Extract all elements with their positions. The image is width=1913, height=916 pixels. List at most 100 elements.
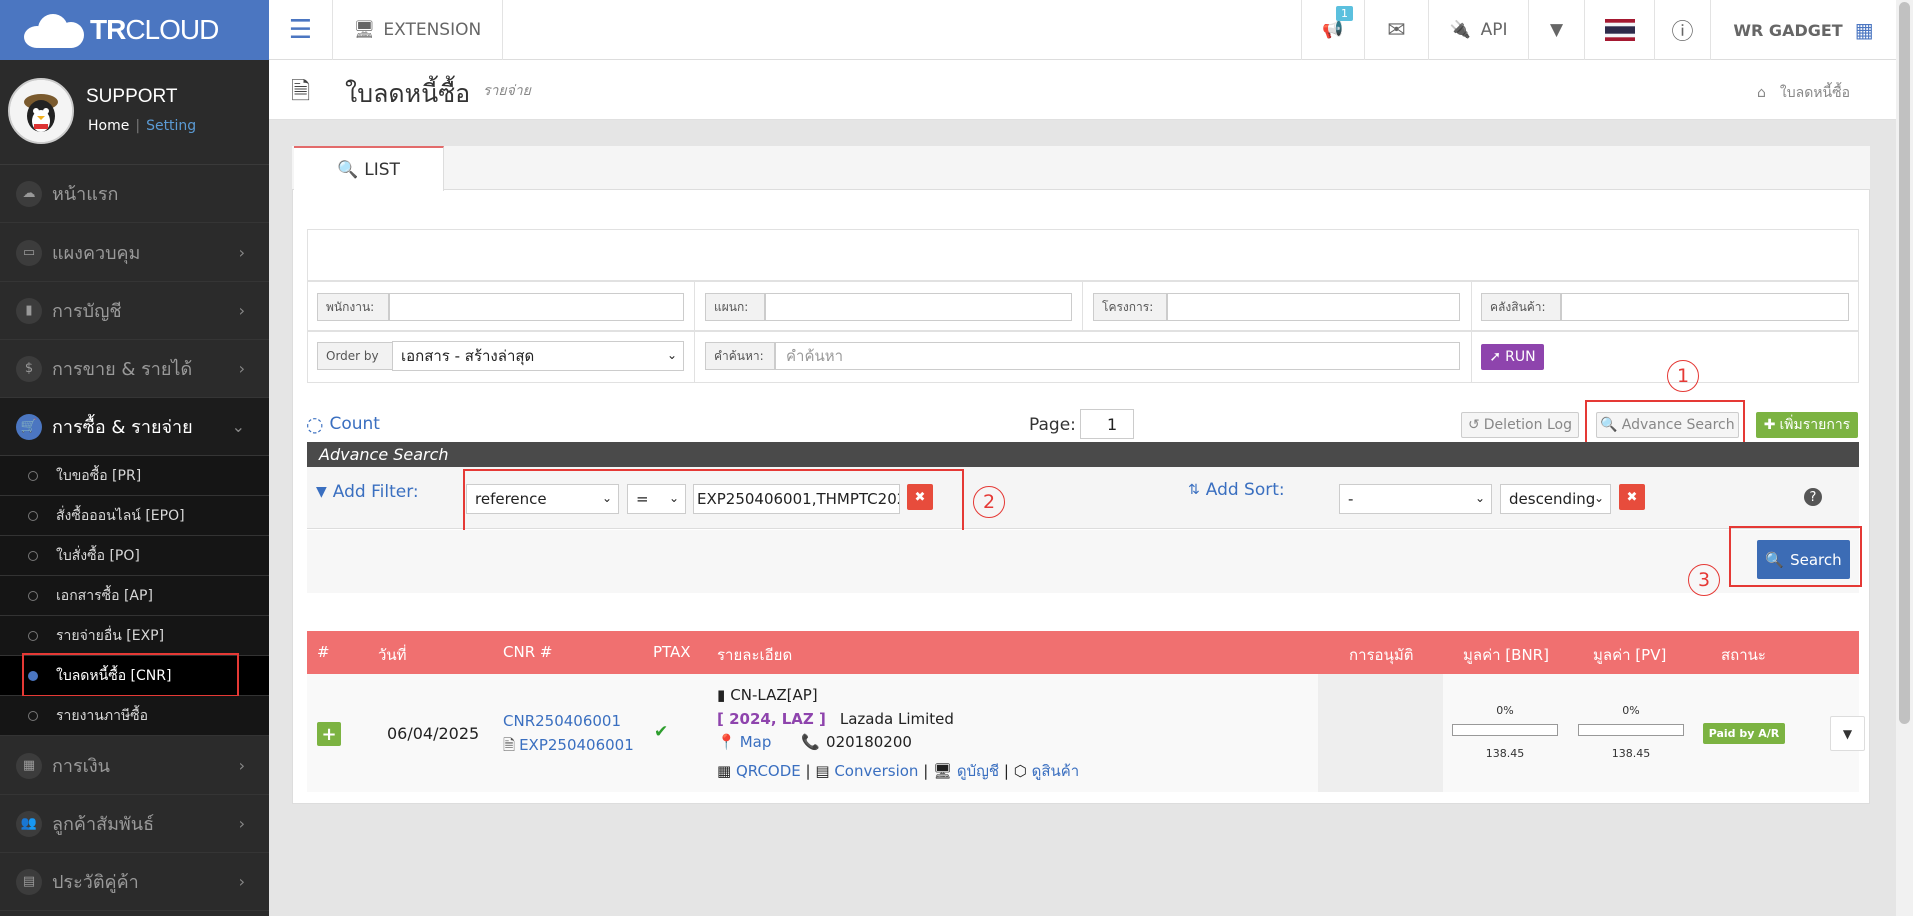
submenu-item-pr[interactable]: ใบขอซื้อ [PR]	[0, 456, 269, 496]
submenu-item-ap[interactable]: เอกสารซื้อ [AP]	[0, 576, 269, 616]
avatar[interactable]	[8, 78, 74, 144]
submenu-item-epo[interactable]: สั่งซื้อออนไลน์ [EPO]	[0, 496, 269, 536]
api-button[interactable]: 🔌 API	[1429, 0, 1529, 60]
company-switcher[interactable]: WR GADGET ▦	[1711, 0, 1896, 60]
sidebar-item-dashboard[interactable]: ▭ แผงควบคุม ›	[0, 224, 269, 282]
monitor-icon: 🖥	[933, 762, 953, 780]
warehouse-input[interactable]	[1561, 293, 1849, 321]
help-icon[interactable]: ⓘ	[1655, 0, 1711, 60]
book-icon: ▮	[717, 686, 726, 704]
mail-icon[interactable]: ✉	[1365, 0, 1429, 60]
scrollbar-thumb[interactable]	[1899, 2, 1910, 724]
deletion-log-button[interactable]: ↺ Deletion Log	[1461, 412, 1579, 438]
add-sort-button[interactable]: ⇅ Add Sort:	[1188, 480, 1285, 500]
qrcode-icon: ▦	[717, 762, 732, 780]
remove-sort-button[interactable]: ✖	[1619, 484, 1645, 510]
col-header-approval: การอนุมัติ	[1349, 646, 1414, 664]
tab-list[interactable]: 🔍 LIST	[294, 146, 444, 191]
expand-row-button[interactable]: +	[317, 722, 341, 746]
hamburger-menu-icon[interactable]: ☰	[269, 0, 333, 60]
add-sort-label: Add Sort:	[1205, 480, 1285, 500]
row-cnr-link[interactable]: CNR250406001	[503, 712, 621, 730]
page-input[interactable]: 1	[1080, 409, 1134, 439]
sidebar-item-label: หน้าแรก	[52, 184, 119, 205]
view-account-link[interactable]: ดูบัญชี	[957, 762, 999, 780]
chevron-right-icon: ›	[238, 243, 245, 262]
sidebar-item-home[interactable]: ☁ หน้าแรก	[0, 165, 269, 223]
highlight-box-2	[463, 469, 964, 538]
megaphone-icon[interactable]: 📢 1	[1301, 0, 1365, 60]
chevron-down-icon: ⌄	[1593, 491, 1604, 505]
submenu-item-exp[interactable]: รายจ่ายอื่น [EXP]	[0, 616, 269, 656]
sidebar-item-sales[interactable]: $ การขาย & รายได้ ›	[0, 340, 269, 398]
user-links: Home | Setting	[88, 118, 196, 134]
sort-field-value: -	[1348, 490, 1354, 508]
sidebar-item-accounting[interactable]: ▮ การบัญชี ›	[0, 282, 269, 340]
warehouse-label: คลังสินค้า:	[1481, 293, 1561, 321]
dropdown-caret-icon[interactable]: ▼	[1529, 0, 1585, 60]
tab-label: LIST	[364, 159, 400, 180]
users-icon: 👥	[16, 810, 42, 837]
col-header-cnr[interactable]: CNR #	[503, 643, 552, 661]
sidebar-item-purchase[interactable]: 🛒 การซื้อ & รายจ่าย ⌄	[0, 398, 269, 456]
sidebar-item-label: การขาย & รายได้	[52, 359, 193, 380]
history-icon: ↺	[1468, 417, 1480, 433]
sort-direction-select[interactable]: descending ⌄	[1500, 484, 1611, 514]
pv-progress-bar	[1578, 724, 1684, 736]
add-button[interactable]: ✚ เพิ่มรายการ	[1756, 412, 1858, 438]
sidebar-item-partner-history[interactable]: ▤ ประวัติคู่ค้า ›	[0, 853, 269, 911]
sort-az-icon: ⇅	[1188, 482, 1200, 498]
refresh-icon: ◌	[306, 412, 324, 436]
scrollbar[interactable]	[1896, 0, 1913, 916]
extension-button[interactable]: 🖥 EXTENSION	[333, 0, 503, 60]
submenu-item-po[interactable]: ใบสั่งซื้อ [PO]	[0, 536, 269, 576]
advance-search-title: Advance Search	[307, 442, 1859, 467]
highlight-box-cnr	[22, 653, 239, 697]
annotation-1: 1	[1667, 360, 1699, 392]
annotation-2: 2	[973, 486, 1005, 518]
employee-input[interactable]	[389, 293, 684, 321]
thai-flag-icon[interactable]	[1585, 0, 1655, 60]
pv-value: 138.45	[1611, 747, 1651, 760]
search-input[interactable]: คำค้นหา	[775, 342, 1460, 370]
col-header-date[interactable]: วันที่	[378, 643, 407, 667]
row-ref: EXP250406001	[519, 736, 634, 754]
orderby-value: เอกสาร - สร้างล่าสุด	[401, 347, 535, 365]
setting-link[interactable]: Setting	[146, 118, 196, 134]
col-header-pv: มูลค่า [PV]	[1593, 646, 1667, 664]
extension-label: EXTENSION	[383, 20, 482, 40]
user-panel: SUPPORT Home | Setting	[0, 60, 269, 165]
document-icon: 🗎	[291, 77, 311, 105]
help-icon[interactable]: ?	[1804, 488, 1822, 506]
employee-label: พนักงาน:	[317, 293, 389, 321]
sort-field-select[interactable]: - ⌄	[1339, 484, 1492, 514]
deletion-log-label: Deletion Log	[1483, 417, 1572, 433]
brand-logo[interactable]: TRCLOUD	[0, 0, 269, 60]
department-input[interactable]	[765, 293, 1072, 321]
row-party-name[interactable]: Lazada Limited	[840, 710, 954, 728]
sidebar-item-finance[interactable]: ▦ การเงิน ›	[0, 737, 269, 795]
table-icon: ▤	[815, 762, 830, 780]
row-menu-button[interactable]: ▼	[1830, 716, 1865, 751]
search-actions	[307, 530, 1859, 593]
orderby-select[interactable]: เอกสาร - สร้างล่าสุด ⌄	[392, 341, 684, 371]
tab-bar	[292, 146, 1870, 190]
count-button[interactable]: ◌ Count	[306, 412, 380, 436]
add-label: เพิ่มรายการ	[1779, 417, 1851, 433]
row-ref-link[interactable]: 🗎 EXP250406001	[503, 735, 634, 760]
cart-icon: 🛒	[16, 413, 42, 440]
run-button[interactable]: ➚ RUN	[1481, 344, 1544, 370]
map-link[interactable]: Map	[740, 733, 772, 751]
home-icon[interactable]: ⌂	[1757, 85, 1766, 101]
plug-icon: 🔌	[1449, 20, 1471, 40]
qrcode-link[interactable]: QRCODE	[736, 762, 801, 780]
submenu-item-tax-report[interactable]: รายงานภาษีซื้อ	[0, 696, 269, 736]
add-filter-button[interactable]: ▼ Add Filter:	[316, 482, 419, 502]
sidebar-item-crm[interactable]: 👥 ลูกค้าสัมพันธ์ ›	[0, 795, 269, 853]
conversion-link[interactable]: Conversion	[834, 762, 918, 780]
project-input[interactable]	[1167, 293, 1460, 321]
page-value: 1	[1107, 414, 1118, 434]
cloud-icon: ☁	[16, 180, 42, 207]
home-link[interactable]: Home	[88, 118, 129, 134]
view-product-link[interactable]: ดูสินค้า	[1032, 762, 1080, 780]
